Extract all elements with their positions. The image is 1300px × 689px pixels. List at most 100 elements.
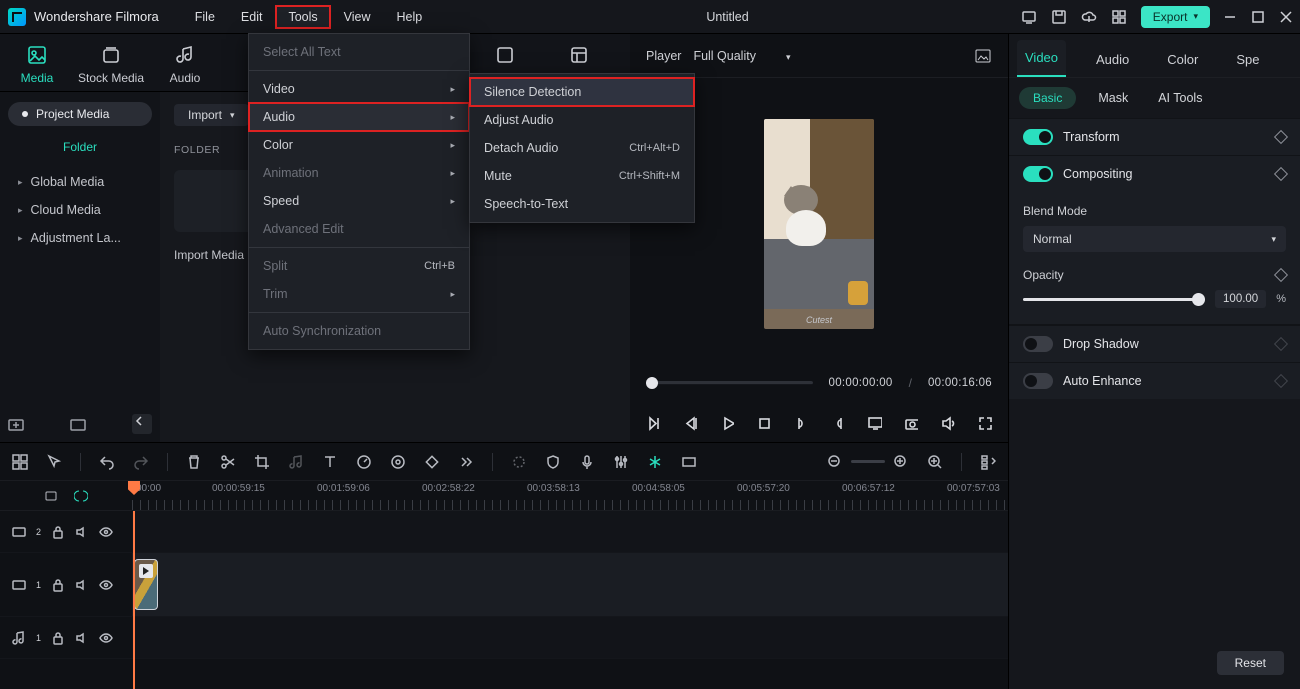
opacity-value[interactable]: 100.00 bbox=[1215, 290, 1266, 308]
keyframe-icon[interactable] bbox=[1274, 337, 1288, 351]
scissors-icon[interactable] bbox=[220, 454, 236, 470]
zoom-fit-icon[interactable] bbox=[927, 454, 943, 470]
timeline-zoom[interactable] bbox=[827, 454, 909, 470]
color-wheel-icon[interactable] bbox=[390, 454, 406, 470]
music-note-icon[interactable] bbox=[288, 454, 304, 470]
reset-button[interactable]: Reset bbox=[1217, 651, 1284, 675]
mute-icon[interactable] bbox=[75, 525, 89, 539]
menu-video[interactable]: Video▸ bbox=[249, 75, 469, 103]
subtab-mask[interactable]: Mask bbox=[1090, 87, 1136, 109]
mic-icon[interactable] bbox=[579, 454, 595, 470]
save-icon[interactable] bbox=[1051, 9, 1067, 25]
play-icon[interactable] bbox=[720, 415, 735, 432]
eye-icon[interactable] bbox=[99, 525, 113, 539]
more-icon[interactable] bbox=[458, 454, 474, 470]
track-body[interactable] bbox=[132, 617, 1008, 658]
eye-icon[interactable] bbox=[99, 578, 113, 592]
section-auto-enhance[interactable]: Auto Enhance bbox=[1009, 362, 1300, 399]
keyframe-diamond-icon[interactable] bbox=[424, 454, 440, 470]
snapshot-icon[interactable] bbox=[974, 47, 992, 65]
mute-icon[interactable] bbox=[75, 631, 89, 645]
quality-dropdown[interactable]: Full Quality bbox=[693, 45, 790, 67]
subtab-ai-tools[interactable]: AI Tools bbox=[1150, 87, 1210, 109]
fullscreen-icon[interactable] bbox=[977, 415, 992, 432]
props-tab-color[interactable]: Color bbox=[1159, 42, 1206, 77]
keyframe-icon[interactable] bbox=[1274, 130, 1288, 144]
media-thumbnail[interactable] bbox=[174, 170, 259, 232]
auto-ripple-icon[interactable] bbox=[74, 489, 88, 503]
menu-animation[interactable]: Animation▸ bbox=[249, 159, 469, 187]
props-tab-speed[interactable]: Spe bbox=[1228, 42, 1267, 77]
display-icon[interactable] bbox=[867, 415, 882, 432]
mark-out-icon[interactable] bbox=[830, 415, 845, 432]
frame-icon[interactable] bbox=[681, 454, 697, 470]
submenu-silence-detection[interactable]: Silence Detection bbox=[470, 78, 694, 106]
ai-cut-icon[interactable] bbox=[647, 454, 663, 470]
section-drop-shadow[interactable]: Drop Shadow bbox=[1009, 325, 1300, 362]
tab-stock-media[interactable]: Stock Media bbox=[74, 45, 148, 91]
project-media-chip[interactable]: Project Media bbox=[8, 102, 152, 126]
submenu-speech-to-text[interactable]: Speech-to-Text bbox=[470, 190, 694, 218]
menu-audio[interactable]: Audio▸ bbox=[249, 103, 469, 131]
menu-edit[interactable]: Edit bbox=[229, 6, 275, 28]
new-folder-icon[interactable] bbox=[8, 416, 24, 432]
eye-icon[interactable] bbox=[99, 631, 113, 645]
menu-view[interactable]: View bbox=[332, 6, 383, 28]
camera-icon[interactable] bbox=[904, 415, 919, 432]
marker-star-icon[interactable] bbox=[511, 454, 527, 470]
tab-audio[interactable]: Audio bbox=[148, 45, 222, 91]
refresh-folder-icon[interactable] bbox=[70, 416, 86, 432]
keyframe-icon[interactable] bbox=[1274, 374, 1288, 388]
text-icon[interactable] bbox=[322, 454, 338, 470]
lock-icon[interactable] bbox=[51, 525, 65, 539]
mark-in-icon[interactable] bbox=[793, 415, 808, 432]
volume-icon[interactable] bbox=[940, 415, 955, 432]
device-icon[interactable] bbox=[1021, 9, 1037, 25]
speed-icon[interactable] bbox=[356, 454, 372, 470]
menu-file[interactable]: File bbox=[183, 6, 227, 28]
opacity-slider[interactable] bbox=[1023, 298, 1205, 301]
keyframe-icon[interactable] bbox=[1274, 268, 1288, 282]
import-dropdown[interactable]: Import bbox=[174, 104, 249, 126]
transform-toggle[interactable] bbox=[1023, 129, 1053, 145]
props-tab-audio[interactable]: Audio bbox=[1088, 42, 1137, 77]
step-back-icon[interactable] bbox=[683, 415, 698, 432]
subtab-basic[interactable]: Basic bbox=[1019, 87, 1076, 109]
submenu-adjust-audio[interactable]: Adjust Audio bbox=[470, 106, 694, 134]
tab-media[interactable]: Media bbox=[0, 45, 74, 91]
zoom-out-icon[interactable] bbox=[827, 454, 843, 470]
apps-icon[interactable] bbox=[1111, 9, 1127, 25]
sidebar-item-adjustment[interactable]: Adjustment La... bbox=[8, 224, 152, 252]
cloud-icon[interactable] bbox=[1081, 9, 1097, 25]
pointer-icon[interactable] bbox=[46, 454, 62, 470]
window-close-icon[interactable] bbox=[1280, 11, 1292, 23]
undo-icon[interactable] bbox=[99, 454, 115, 470]
auto-enhance-toggle[interactable] bbox=[1023, 373, 1053, 389]
section-transform[interactable]: Transform bbox=[1009, 118, 1300, 155]
folder-label[interactable]: Folder bbox=[8, 140, 152, 154]
stop-icon[interactable] bbox=[756, 415, 771, 432]
timeline-playhead[interactable] bbox=[133, 511, 135, 689]
preview-scrubber[interactable] bbox=[646, 381, 813, 385]
collapse-sidebar-button[interactable] bbox=[132, 414, 152, 434]
menu-auto-sync[interactable]: Auto Synchronization bbox=[249, 317, 469, 345]
track-body[interactable] bbox=[132, 511, 1008, 552]
mute-icon[interactable] bbox=[75, 578, 89, 592]
crop-icon[interactable] bbox=[254, 454, 270, 470]
export-button[interactable]: Export ▾ bbox=[1141, 6, 1210, 28]
shield-icon[interactable] bbox=[545, 454, 561, 470]
section-compositing[interactable]: Compositing bbox=[1009, 155, 1300, 192]
lock-icon[interactable] bbox=[51, 578, 65, 592]
prev-frame-icon[interactable] bbox=[646, 415, 661, 432]
sidebar-item-cloud-media[interactable]: Cloud Media bbox=[8, 196, 152, 224]
menu-advanced-edit[interactable]: Advanced Edit bbox=[249, 215, 469, 243]
menu-select-all-text[interactable]: Select All Text bbox=[249, 38, 469, 66]
mixer-icon[interactable] bbox=[613, 454, 629, 470]
menu-help[interactable]: Help bbox=[385, 6, 435, 28]
layout-icon[interactable] bbox=[980, 454, 996, 470]
sidebar-item-global-media[interactable]: Global Media bbox=[8, 168, 152, 196]
track-link-icon[interactable] bbox=[44, 489, 58, 503]
drop-shadow-toggle[interactable] bbox=[1023, 336, 1053, 352]
menu-split[interactable]: SplitCtrl+B bbox=[249, 252, 469, 280]
compositing-toggle[interactable] bbox=[1023, 166, 1053, 182]
